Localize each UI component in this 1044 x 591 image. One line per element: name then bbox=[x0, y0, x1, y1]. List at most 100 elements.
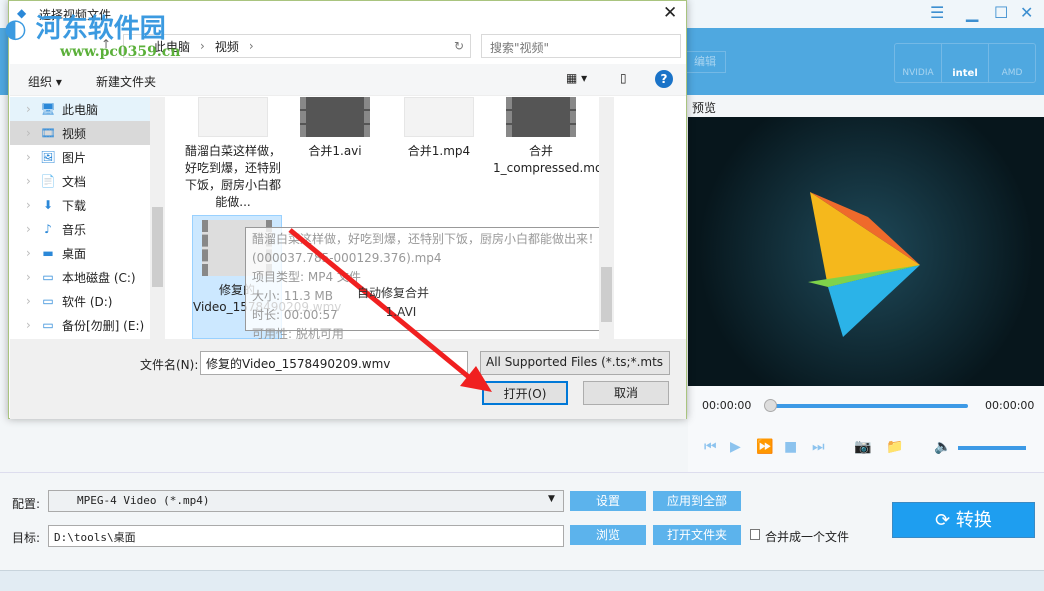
gpu-amd[interactable]: AMD bbox=[989, 44, 1035, 82]
content-scrollbar[interactable] bbox=[599, 97, 614, 339]
filename-input[interactable]: 修复的Video_1578490209.wmv bbox=[200, 351, 468, 375]
nav-drive-e[interactable]: ▭ 备份[勿删] (E:) bbox=[10, 313, 150, 337]
app-logo bbox=[808, 192, 920, 337]
breadcrumb-videos[interactable]: 视频 bbox=[215, 38, 239, 55]
volume-slider[interactable] bbox=[958, 446, 1026, 450]
preview-pane-icon[interactable]: ▯ bbox=[620, 71, 627, 85]
nav-drive-c[interactable]: ▭ 本地磁盘 (C:) bbox=[10, 265, 150, 289]
dialog-footer: 文件名(N): 修复的Video_1578490209.wmv All Supp… bbox=[10, 339, 686, 419]
convert-button[interactable]: ⟳ 转换 bbox=[892, 502, 1035, 538]
file-item[interactable]: 合并1.mp4 bbox=[391, 97, 487, 160]
nav-music[interactable]: ♪ 音乐 bbox=[10, 217, 150, 241]
dialog-close-button[interactable]: ✕ bbox=[663, 3, 677, 23]
player-controls: 00:00:00 00:00:00 ⏮ ▶ ⏩ ■ ⏭ 📷 📁 🔈 bbox=[688, 386, 1044, 472]
stop-icon[interactable]: ■ bbox=[784, 439, 797, 455]
video-preview bbox=[688, 117, 1044, 386]
prev-icon[interactable]: ⏮ bbox=[704, 439, 717, 455]
filetype-select[interactable]: All Supported Files (*.ts;*.mts bbox=[480, 351, 670, 375]
view-icon[interactable]: ▦ ▾ bbox=[566, 71, 587, 85]
fast-forward-icon[interactable]: ⏩ bbox=[756, 439, 773, 455]
browse-button[interactable]: 浏览 bbox=[570, 525, 646, 545]
nav-label: 此电脑 bbox=[62, 102, 99, 117]
file-open-dialog: ◆ 选择视频文件 ✕ ↑ 此电脑 › 视频 › ↻ 搜索"视频" 组织 ▾ 新建文件… bbox=[8, 0, 687, 419]
file-name: 自动修复合并 bbox=[356, 286, 429, 300]
output-settings: 配置: MPEG-4 Video (*.mp4) ▼ 设置 应用到全部 目标: … bbox=[0, 472, 1044, 572]
seek-bar[interactable] bbox=[770, 404, 968, 408]
nav-drive-d[interactable]: ▭ 软件 (D:) bbox=[10, 289, 150, 313]
file-item[interactable]: 醋溜白菜这样做，好吃到爆，还特别下饭，厨房小白都能做... bbox=[185, 97, 281, 211]
music-icon: ♪ bbox=[44, 222, 52, 236]
organize-button[interactable]: 组织 ▾ bbox=[28, 73, 62, 90]
chevron-down-icon: ▼ bbox=[548, 494, 555, 504]
next-icon[interactable]: ⏭ bbox=[812, 439, 825, 455]
file-item[interactable]: 1.AVI bbox=[353, 304, 449, 321]
watermark-url: www.pc0359.cn bbox=[60, 44, 181, 60]
video-icon: 🎞 bbox=[40, 126, 56, 140]
file-name: 合并1.avi bbox=[308, 144, 362, 158]
open-folder-button[interactable]: 打开文件夹 bbox=[653, 525, 741, 545]
file-item[interactable]: 自动修复合并 bbox=[345, 285, 441, 302]
apply-all-button[interactable]: 应用到全部 bbox=[653, 491, 741, 511]
camera-icon[interactable]: 📷 bbox=[854, 439, 871, 455]
volume-icon[interactable]: 🔈 bbox=[934, 439, 951, 455]
settings-button[interactable]: 设置 bbox=[570, 491, 646, 511]
navigation-pane: 🖥此电脑 🎞视频 🖼图片 📄文档 ⬇下载 ♪音乐 ▬桌面 ▭本地磁盘 (C:) … bbox=[10, 97, 150, 339]
document-icon: 📄 bbox=[40, 174, 56, 188]
open-button[interactable]: 打开(O) bbox=[482, 381, 568, 405]
nav-label: 备份[勿删] (E:) bbox=[62, 318, 145, 333]
close-button[interactable]: ✕ bbox=[1020, 3, 1033, 22]
nav-label: 视频 bbox=[62, 126, 87, 141]
refresh-icon[interactable]: ↻ bbox=[448, 39, 470, 53]
edit-button[interactable]: 编辑 bbox=[684, 51, 726, 73]
desktop-icon: ▬ bbox=[42, 246, 54, 260]
nav-label: 下载 bbox=[62, 198, 87, 213]
nav-documents[interactable]: 📄 文档 bbox=[10, 169, 150, 193]
gpu-intel[interactable]: intel bbox=[942, 44, 989, 82]
seek-handle[interactable] bbox=[764, 399, 777, 412]
nav-videos[interactable]: 🎞 视频 bbox=[10, 121, 150, 145]
tooltip-filename: 醋溜白菜这样做，好吃到爆，还特别下饭，厨房小白都能做出来！(000037.785… bbox=[252, 232, 601, 265]
preview-label: 预览 bbox=[692, 101, 717, 115]
dialog-toolbar: 组织 ▾ 新建文件夹 ▦ ▾ ▯ ? bbox=[10, 64, 686, 96]
download-icon: ⬇ bbox=[42, 198, 54, 212]
nav-label: 桌面 bbox=[62, 246, 87, 261]
help-icon[interactable]: ? bbox=[655, 70, 673, 88]
refresh-icon: ⟳ bbox=[935, 510, 956, 531]
file-item[interactable]: 合并1.avi bbox=[287, 97, 383, 160]
nav-desktop[interactable]: ▬ 桌面 bbox=[10, 241, 150, 265]
filename-label: 文件名(N): bbox=[140, 358, 199, 372]
total-time: 00:00:00 bbox=[985, 399, 1035, 412]
file-item[interactable]: 合并1_compressed.mov bbox=[493, 97, 609, 177]
nav-scrollbar[interactable] bbox=[150, 97, 165, 339]
profile-label: 配置: bbox=[12, 497, 41, 511]
nav-pictures[interactable]: 🖼 图片 bbox=[10, 145, 150, 169]
drive-icon: ▭ bbox=[42, 294, 54, 308]
picture-icon: 🖼 bbox=[40, 150, 56, 164]
nav-this-pc[interactable]: 🖥 此电脑 bbox=[10, 97, 150, 121]
minimize-button[interactable]: ▁ bbox=[966, 3, 978, 22]
menu-icon[interactable]: ☰ bbox=[930, 3, 944, 22]
target-label: 目标: bbox=[12, 531, 41, 545]
maximize-button[interactable]: ☐ bbox=[994, 3, 1008, 22]
search-input[interactable]: 搜索"视频" bbox=[481, 34, 681, 58]
computer-icon: 🖥 bbox=[40, 102, 56, 116]
profile-select[interactable]: MPEG-4 Video (*.mp4) bbox=[48, 490, 564, 512]
merge-checkbox[interactable] bbox=[750, 529, 760, 540]
drive-icon: ▭ bbox=[42, 270, 54, 284]
play-icon[interactable]: ▶ bbox=[730, 439, 741, 455]
drive-icon: ▭ bbox=[42, 318, 54, 332]
nav-downloads[interactable]: ⬇ 下载 bbox=[10, 193, 150, 217]
status-bar bbox=[0, 570, 1044, 591]
file-name: 醋溜白菜这样做，好吃到爆，还特别下饭，厨房小白都能做... bbox=[185, 144, 282, 209]
merge-label: 合并成一个文件 bbox=[765, 530, 850, 544]
folder-icon[interactable]: 📁 bbox=[886, 439, 903, 455]
cancel-button[interactable]: 取消 bbox=[583, 381, 669, 405]
file-name: 合并1_compressed.mov bbox=[493, 144, 610, 175]
gpu-nvidia[interactable]: NVIDIA bbox=[895, 44, 942, 82]
watermark-logo: ◐ 河东软件园 bbox=[4, 14, 166, 44]
nav-label: 软件 (D:) bbox=[62, 294, 113, 309]
new-folder-button[interactable]: 新建文件夹 bbox=[96, 73, 156, 90]
nav-label: 本地磁盘 (C:) bbox=[62, 270, 136, 285]
nav-label: 音乐 bbox=[62, 222, 87, 237]
target-input[interactable]: D:\tools\桌面 bbox=[48, 525, 564, 547]
